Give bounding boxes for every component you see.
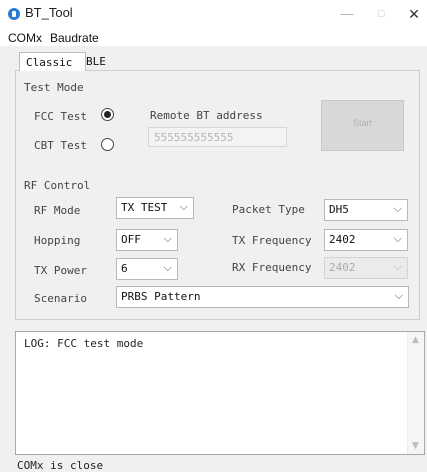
menu-bar: COMx Baudrate [0,30,427,46]
scenario-value: PRBS Pattern [121,290,201,303]
hopping-select[interactable]: OFF ⌵ [116,229,178,251]
fcc-test-radio[interactable] [101,108,114,121]
maximize-button[interactable]: ☐ [370,5,392,23]
packet-type-select[interactable]: DH5 ⌵ [324,199,408,221]
log-text: LOG: FCC test mode [24,337,144,350]
tx-power-value: 6 [121,262,128,275]
hopping-label: Hopping [34,234,81,247]
title-bar: BT_Tool — ☐ ✕ [0,0,427,30]
hopping-value: OFF [121,233,141,246]
bluetooth-app-icon [8,8,20,20]
start-button[interactable]: Start [321,100,404,151]
chevron-down-icon: ⌵ [179,200,188,213]
tx-frequency-select[interactable]: 2402 ⌵ [324,229,408,251]
packet-type-label: Packet Type [232,203,305,216]
log-scrollbar[interactable]: ▲ ▼ [407,332,424,454]
remote-bt-address-label: Remote BT address [150,109,263,122]
tab-classic-label: Classic [26,56,73,69]
chevron-down-icon: ⌵ [393,260,402,273]
test-mode-section-label: Test Mode [24,81,84,94]
chevron-down-icon: ⌵ [163,261,172,274]
cbt-test-label: CBT Test [34,139,87,152]
rf-mode-value: TX TEST [121,201,168,214]
scenario-label: Scenario [34,292,87,305]
rf-control-section-label: RF Control [24,179,91,192]
rx-frequency-label: RX Frequency [232,261,312,274]
rx-frequency-select[interactable]: 2402 ⌵ [324,257,408,279]
scroll-up-icon[interactable]: ▲ [412,335,419,345]
scroll-down-icon[interactable]: ▼ [412,441,419,451]
rf-mode-label: RF Mode [34,204,81,217]
tx-frequency-value: 2402 [329,233,356,246]
menu-baudrate[interactable]: Baudrate [50,31,99,45]
tx-frequency-label: TX Frequency [232,234,312,247]
remote-bt-address-input[interactable]: 555555555555 [148,127,287,147]
menu-comx[interactable]: COMx [8,31,42,45]
rx-frequency-value: 2402 [329,261,356,274]
chevron-down-icon: ⌵ [393,202,402,215]
close-button[interactable]: ✕ [403,5,425,23]
scenario-select[interactable]: PRBS Pattern ⌵ [116,286,409,308]
chevron-down-icon: ⌵ [394,289,403,302]
tab-ble[interactable]: BLE [86,55,106,70]
rf-mode-select[interactable]: TX TEST ⌵ [116,197,194,219]
log-textarea[interactable]: LOG: FCC test mode ▲ ▼ [15,331,425,455]
packet-type-value: DH5 [329,203,349,216]
tab-ble-label: BLE [86,55,106,68]
chevron-down-icon: ⌵ [393,232,402,245]
remote-bt-address-value: 555555555555 [154,131,234,144]
minimize-button[interactable]: — [336,5,358,23]
chevron-down-icon: ⌵ [163,232,172,245]
tx-power-label: TX Power [34,264,87,277]
fcc-test-label: FCC Test [34,110,87,123]
window-title: BT_Tool [25,5,73,20]
cbt-test-radio[interactable] [101,138,114,151]
start-button-label: Start [352,118,372,128]
tx-power-select[interactable]: 6 ⌵ [116,258,178,280]
tab-classic[interactable]: Classic [19,52,86,71]
status-text: COMx is close [17,459,104,472]
